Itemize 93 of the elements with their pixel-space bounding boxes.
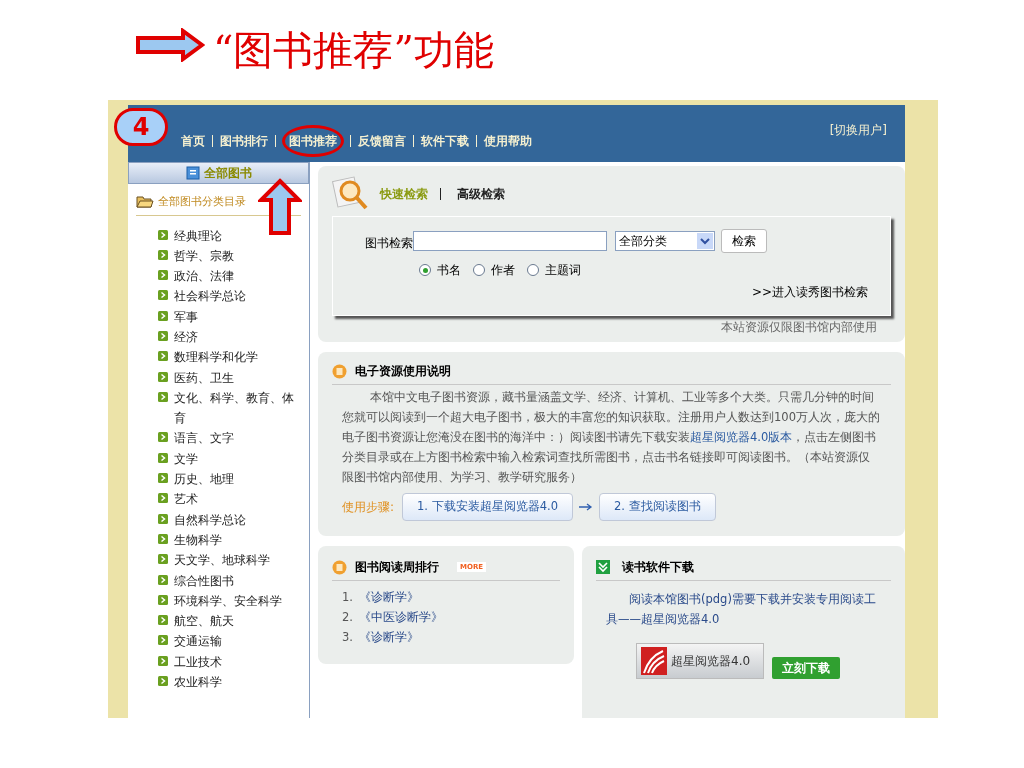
category-link[interactable]: 天文学、地球科学 bbox=[174, 550, 305, 571]
switch-user-link[interactable]: [切换用户] bbox=[829, 121, 887, 139]
bullet-icon bbox=[158, 615, 168, 626]
guide-title: 电子资源使用说明 bbox=[355, 363, 451, 380]
step-button[interactable]: 2. 查找阅读图书 bbox=[598, 493, 716, 521]
nav-link[interactable]: 首页 bbox=[180, 125, 206, 157]
rank-number: 1. bbox=[342, 589, 353, 606]
category-link[interactable]: 文化、科学、教育、体育 bbox=[174, 387, 305, 429]
category-link[interactable]: 综合性图书 bbox=[174, 570, 305, 591]
field-label: 图书检索 bbox=[365, 235, 413, 252]
book-icon bbox=[185, 166, 200, 180]
category-link[interactable]: 农业科学 bbox=[174, 672, 305, 693]
bullet-icon bbox=[158, 554, 168, 565]
category-link[interactable]: 航空、航天 bbox=[174, 611, 305, 632]
step-badge: 4 bbox=[114, 108, 168, 146]
sidebar-heading: 全部图书 bbox=[203, 165, 252, 182]
category-select[interactable]: 全部分类 bbox=[615, 231, 715, 251]
nav-link[interactable]: 软件下载 bbox=[420, 125, 470, 157]
nav-link[interactable]: 图书排行 bbox=[219, 125, 269, 157]
bullet-icon bbox=[158, 371, 168, 382]
bullet-icon bbox=[158, 533, 168, 544]
bullet-icon bbox=[158, 493, 168, 504]
bullet-icon bbox=[158, 290, 168, 301]
bullet-icon bbox=[158, 331, 168, 341]
bullet-icon bbox=[158, 452, 168, 463]
bullet-icon bbox=[158, 594, 168, 605]
bullet-icon bbox=[158, 513, 168, 524]
category-link[interactable]: 自然科学总论 bbox=[174, 509, 305, 530]
category-link[interactable]: 社会科学总论 bbox=[174, 286, 305, 307]
book-link[interactable]: 《中医诊断学》 bbox=[359, 609, 443, 626]
folder-icon bbox=[136, 196, 154, 209]
bullet-icon bbox=[158, 635, 168, 646]
category-link[interactable]: 哲学、宗教 bbox=[174, 245, 305, 267]
list-icon bbox=[332, 363, 347, 379]
rank-number: 2. bbox=[342, 609, 353, 626]
nav-link[interactable]: 反馈留言 bbox=[357, 125, 407, 157]
category-link[interactable]: 艺术 bbox=[174, 489, 305, 510]
category-link[interactable]: 文学 bbox=[174, 448, 305, 470]
usage-note: 本站资源仅限图书馆内部使用 bbox=[721, 319, 877, 336]
category-link[interactable]: 经济 bbox=[174, 327, 305, 348]
nav-link[interactable]: 图书推荐 bbox=[282, 125, 344, 157]
star-swoosh-icon bbox=[641, 647, 667, 675]
download-icon bbox=[596, 560, 610, 574]
search-field[interactable] bbox=[413, 231, 607, 251]
arrow-icon bbox=[135, 28, 205, 62]
radio-button[interactable] bbox=[527, 264, 539, 276]
category-link[interactable]: 交通运输 bbox=[174, 631, 305, 652]
category-link[interactable]: 历史、地理 bbox=[174, 469, 305, 490]
radio-label: 作者 bbox=[491, 262, 515, 279]
bullet-icon bbox=[158, 249, 168, 260]
book-link[interactable]: 《诊断学》 bbox=[359, 589, 419, 606]
slide-title: “图书推荐”功能 bbox=[213, 28, 494, 72]
arrow-icon bbox=[578, 503, 593, 511]
bullet-icon bbox=[158, 351, 168, 362]
search-button[interactable]: 检索 bbox=[721, 229, 767, 253]
search-tab[interactable]: 高级检索 bbox=[457, 185, 505, 203]
radio-label: 书名 bbox=[437, 262, 461, 279]
ranking-title: 图书阅读周排行 bbox=[355, 559, 439, 576]
bullet-icon bbox=[158, 473, 168, 484]
bullet-icon bbox=[158, 676, 168, 687]
bullet-icon bbox=[158, 655, 168, 666]
download-title: 读书软件下载 bbox=[622, 559, 694, 576]
up-arrow-icon bbox=[258, 178, 302, 236]
category-link[interactable]: 生物科学 bbox=[174, 529, 305, 551]
bullet-icon bbox=[158, 432, 168, 443]
list-icon bbox=[332, 559, 347, 575]
dropdown-icon bbox=[697, 233, 713, 249]
category-link[interactable]: 数理科学和化学 bbox=[174, 347, 305, 368]
bullet-icon bbox=[158, 270, 168, 281]
radio-button[interactable] bbox=[419, 264, 431, 276]
reader-name: 超星阅览器4.0 bbox=[671, 653, 751, 670]
rank-number: 3. bbox=[342, 629, 353, 646]
category-link[interactable]: 经典理论 bbox=[174, 225, 305, 246]
nav-link[interactable]: 使用帮助 bbox=[483, 125, 533, 157]
book-link[interactable]: 《诊断学》 bbox=[359, 629, 419, 646]
category-link[interactable]: 工业技术 bbox=[174, 651, 305, 673]
category-link[interactable]: 政治、法律 bbox=[174, 266, 305, 287]
search-link[interactable]: >>进入读秀图书检索 bbox=[751, 283, 868, 301]
category-link[interactable]: 语言、文字 bbox=[174, 428, 305, 449]
download-text: 阅读本馆图书(pdg)需要下载并安装专用阅读工具——超星阅览器4.0 bbox=[606, 591, 877, 628]
steps-label: 使用步骤: bbox=[342, 499, 395, 516]
radio-button[interactable] bbox=[473, 264, 485, 276]
step-button[interactable]: 1. 下载安装超星阅览器4.0 bbox=[402, 493, 573, 521]
bullet-icon bbox=[158, 310, 168, 321]
guide-text: 本馆中文电子图书资源，藏书量涵盖文学、经济、计算机、工业等多个大类。只需几分钟的时间您就可以阅读到一个超大电子图书，极大的丰富您的知识获取。注册用户人数达到100万人次，庞大的电子图书资源让您淹没在图书的海洋中：）阅读图书请先下载安装超星阅览器4.0版本，点击左侧图书分类目录或在上方图书检索中输入检索词查找所需图书，点击书名链接即可阅读图书。（本站资源仅限图书馆内部使用、为学习、教学研究服务） bbox=[342, 389, 881, 486]
reader-link[interactable]: 超星阅览器4.0版本 bbox=[690, 430, 793, 444]
radio-label: 主题词 bbox=[545, 262, 581, 279]
bullet-icon bbox=[158, 391, 168, 402]
bullet-icon bbox=[158, 229, 168, 240]
category-link[interactable]: 军事 bbox=[174, 306, 305, 327]
category-link[interactable]: 环境科学、安全科学 bbox=[174, 590, 305, 612]
category-link[interactable]: 医药、卫生 bbox=[174, 367, 305, 388]
bullet-icon bbox=[158, 574, 168, 585]
